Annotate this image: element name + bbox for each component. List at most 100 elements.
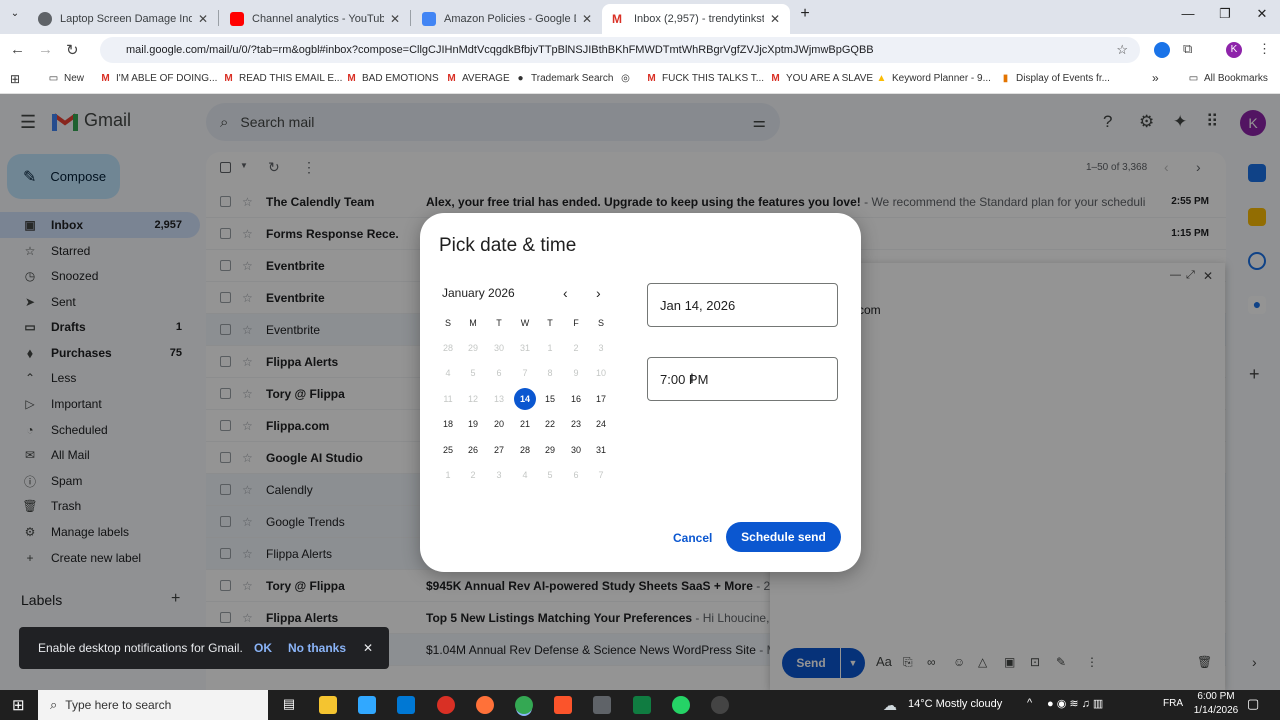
calendar-day[interactable]: 27 <box>488 440 510 460</box>
tab-3[interactable]: Amazon Policies - Google Docs ✕ <box>412 4 602 34</box>
toast-close-icon[interactable]: ✕ <box>363 641 373 655</box>
firefox-icon[interactable] <box>476 696 494 714</box>
tab-search-icon[interactable]: ⌄ <box>0 8 30 19</box>
taskbar-search[interactable]: ⌕ Type here to search <box>38 690 268 720</box>
notifications-icon[interactable]: ▢ <box>1247 696 1259 712</box>
app-icon[interactable] <box>711 696 729 714</box>
globe-icon: ◎ <box>621 73 630 84</box>
back-icon[interactable]: ← <box>10 41 25 58</box>
tab-close-icon[interactable]: ✕ <box>582 12 592 26</box>
photoshop-icon[interactable] <box>358 696 376 714</box>
bookmark-item[interactable]: ▮ Display of Events fr... <box>1000 73 1110 84</box>
brave-icon[interactable] <box>554 696 572 714</box>
taskbar-search-input[interactable]: Type here to search <box>65 698 171 712</box>
schedule-send-button[interactable]: Schedule send <box>726 522 841 552</box>
tab-2[interactable]: Channel analytics - YouTube St ✕ <box>220 4 410 34</box>
weather-text[interactable]: 14°C Mostly cloudy <box>908 698 1002 710</box>
calendar-day[interactable]: 24 <box>590 414 612 434</box>
tab-close-icon[interactable]: ✕ <box>770 12 780 26</box>
calendar-day[interactable]: 30 <box>565 440 587 460</box>
calendar-day: 7 <box>522 368 528 378</box>
tab-4-active[interactable]: M Inbox (2,957) - trendytinkstore ✕ <box>602 4 790 34</box>
tab-close-icon[interactable]: ✕ <box>198 12 208 26</box>
text-cursor-icon: I <box>690 370 694 386</box>
profile-avatar[interactable]: K <box>1226 42 1242 58</box>
calendar-day[interactable]: 31 <box>590 440 612 460</box>
url-field[interactable]: mail.google.com/mail/u/0/?tab=rm&ogbl#in… <box>100 37 1140 63</box>
time-field[interactable]: 7:00 PM I <box>647 357 838 401</box>
calendar-day: 13 <box>493 394 504 404</box>
calendar-day[interactable]: 15 <box>539 389 561 409</box>
maximize-icon[interactable]: ❐ <box>1205 6 1245 22</box>
tray-chevron-icon[interactable]: ^ <box>1027 697 1032 709</box>
gmail-icon: M <box>224 73 233 84</box>
weekday-header: F <box>573 318 579 328</box>
new-tab-icon[interactable]: + <box>785 5 825 23</box>
bookmark-item[interactable]: M READ THIS EMAIL E... <box>223 73 342 84</box>
time-field-value: 7:00 PM <box>660 371 709 387</box>
tray-icons[interactable]: ● ◉ ≋ ♫ ▥ <box>1047 697 1103 710</box>
tab-1[interactable]: Laptop Screen Damage Indicat ✕ <box>28 4 218 34</box>
windows-start-icon[interactable]: ⊞ <box>12 696 25 714</box>
calendar-day[interactable]: 21 <box>514 414 536 434</box>
calendar-day[interactable]: 26 <box>462 440 484 460</box>
calendar-day-selected[interactable]: 14 <box>514 388 536 410</box>
minimize-icon[interactable]: — <box>1168 6 1208 21</box>
calendar-day: 10 <box>595 368 606 378</box>
apps-grid-icon[interactable]: ⊞ <box>10 72 20 86</box>
vivaldi-icon[interactable] <box>437 696 455 714</box>
menu-kebab-icon[interactable]: ⋮ <box>1258 41 1271 57</box>
file-explorer-icon[interactable] <box>319 696 337 714</box>
tab-close-icon[interactable]: ✕ <box>390 12 400 26</box>
whatsapp-icon[interactable] <box>672 696 690 714</box>
next-month-icon[interactable]: › <box>596 285 601 301</box>
bookmark-item[interactable]: ◎ <box>620 73 636 84</box>
extensions-puzzle-icon[interactable]: ⧉ <box>1183 41 1192 57</box>
calculator-icon[interactable] <box>593 696 611 714</box>
toast-ok-button[interactable]: OK <box>254 641 272 655</box>
clock-time[interactable]: 6:00 PM <box>1196 691 1236 702</box>
close-window-icon[interactable]: ✕ <box>1242 6 1280 22</box>
calendar-day[interactable]: 29 <box>539 440 561 460</box>
calendar-day[interactable]: 18 <box>437 414 459 434</box>
bookmark-item[interactable]: M BAD EMOTIONS <box>346 73 438 84</box>
calendar-day[interactable]: 16 <box>565 389 587 409</box>
gmail-icon: M <box>447 73 456 84</box>
calendar-day[interactable]: 28 <box>514 440 536 460</box>
bookmark-item[interactable]: M AVERAGE <box>446 73 509 84</box>
clock-date[interactable]: 1/14/2026 <box>1190 705 1242 716</box>
prev-month-icon[interactable]: ‹ <box>563 285 568 301</box>
bookmark-star-icon[interactable]: ☆ <box>1116 42 1128 58</box>
folder-icon: ▭ <box>48 73 59 84</box>
bookmark-new[interactable]: ▭ New <box>48 73 84 84</box>
calendar-day: 6 <box>496 368 502 378</box>
calendar-day: 5 <box>470 368 476 378</box>
calendar-day[interactable]: 17 <box>590 389 612 409</box>
bookmark-item[interactable]: M I'M ABLE OF DOING... <box>100 73 217 84</box>
chrome-icon[interactable] <box>515 696 533 714</box>
reload-icon[interactable]: ↻ <box>66 41 79 59</box>
bookmark-item[interactable]: ● Trademark Search <box>515 73 613 84</box>
bookmark-item[interactable]: ▲ Keyword Planner - 9... <box>876 73 991 84</box>
bookmark-item[interactable]: M FUCK THIS TALKS T... <box>646 73 764 84</box>
notification-toast: Enable desktop notifications for Gmail. … <box>19 627 389 669</box>
forward-icon[interactable]: → <box>38 41 53 58</box>
store-icon[interactable] <box>397 696 415 714</box>
weather-cloud-icon: ☁ <box>883 697 897 713</box>
task-view-icon[interactable]: ▤ <box>280 696 298 714</box>
calendar-day[interactable]: 20 <box>488 414 510 434</box>
extension-icon[interactable] <box>1154 42 1170 58</box>
calendar-day[interactable]: 22 <box>539 414 561 434</box>
language-indicator[interactable]: FRA <box>1163 698 1183 709</box>
date-field[interactable]: Jan 14, 2026 <box>647 283 838 327</box>
excel-icon[interactable] <box>633 696 651 714</box>
calendar-day[interactable]: 19 <box>462 414 484 434</box>
all-bookmarks[interactable]: ▭ All Bookmarks <box>1188 73 1268 84</box>
bookmark-item[interactable]: M YOU ARE A SLAVE <box>770 73 873 84</box>
toast-no-thanks-button[interactable]: No thanks <box>288 641 346 655</box>
calendar-day[interactable]: 23 <box>565 414 587 434</box>
cancel-button[interactable]: Cancel <box>673 531 712 545</box>
more-bookmarks-icon[interactable]: » <box>1152 71 1159 85</box>
gmail-icon: M <box>347 73 356 84</box>
calendar-day[interactable]: 25 <box>437 440 459 460</box>
